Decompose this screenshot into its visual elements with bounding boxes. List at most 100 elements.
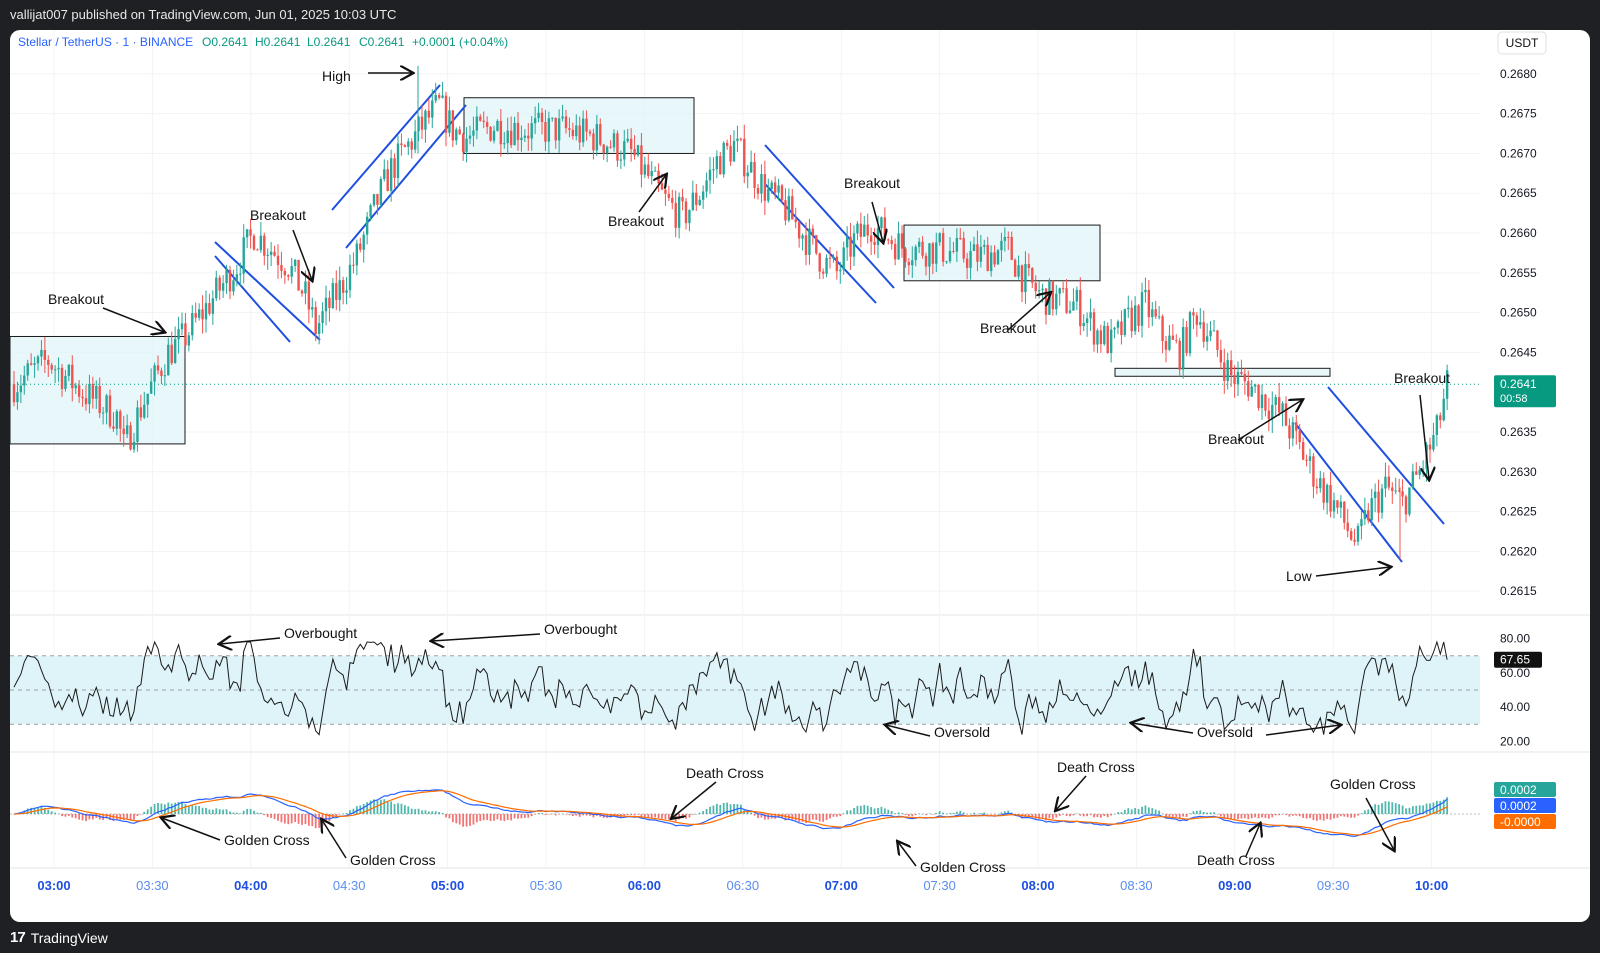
macd-histogram-bar [1261,814,1263,818]
macd-histogram-bar [376,800,379,814]
macd-histogram-bar [633,814,636,816]
candle-body [845,236,849,248]
macd-histogram-bar [1141,806,1143,814]
macd-histogram-bar [918,813,921,815]
candle-body [1332,500,1336,512]
publish-info-bar: vallijat007 published on TradingView.com… [0,0,1600,30]
macd-value-label: 0.0002 [1500,799,1537,813]
time-tick-label: 05:30 [530,878,563,893]
candle [893,238,897,266]
candle-body [139,407,143,418]
candle [739,137,743,142]
macd-histogram-bar [1099,814,1102,818]
macd-histogram-bar [715,803,718,814]
macd-histogram-bar [465,814,468,827]
macd-histogram-bar [547,814,550,815]
candle-body [287,275,290,277]
macd-histogram-bar [825,814,828,821]
macd-histogram-bar [1394,803,1397,814]
candle-body [424,110,427,130]
price-tick-label: 0.2650 [1500,306,1537,320]
candle [736,125,739,153]
candle [705,172,708,198]
candle [1092,308,1096,352]
candle-body [736,138,739,142]
candle-body [1072,301,1075,311]
candle [1229,350,1233,387]
macd-histogram-bar [1051,814,1054,819]
macd-histogram-bar [585,814,588,816]
candle-body [1178,340,1181,370]
candle [407,138,410,156]
candle-body [554,117,557,141]
candle-body [1439,415,1442,421]
candle [1082,314,1085,332]
candle-body [1349,531,1353,540]
price-tick-label: 0.2660 [1500,226,1537,240]
candle [420,105,424,140]
macd-histogram-bar [1401,805,1404,814]
macd-histogram-bar [280,814,283,823]
ohlc-value: L0.2641 [307,35,351,49]
candle [321,302,324,334]
candle-body [64,375,67,389]
candle [263,232,266,266]
candle [863,215,866,237]
macd-histogram-bar [811,814,814,820]
candle-body [1301,442,1305,460]
macd-histogram-bar [1062,814,1065,815]
macd-histogram-bar [643,814,646,818]
candle [249,218,252,249]
candle-body [1295,422,1298,431]
candle [300,289,304,297]
candle-body [1319,478,1322,489]
candle-body [852,233,856,257]
candle-body [1229,360,1233,375]
macd-histogram-bar [119,814,122,820]
annotation-label: Breakout [250,207,306,223]
candle [1048,278,1051,316]
macd-histogram-bar [1199,810,1202,814]
candle [869,227,873,256]
candle [1079,277,1082,336]
chart-canvas[interactable]: Breakout Breakout High Breakout Breakout Brea… [10,30,1590,922]
candle-body [1418,469,1421,475]
candle-body [345,290,348,293]
candle-body [911,260,914,266]
macd-histogram-bar [1147,807,1150,814]
candle [722,141,725,178]
candle-body [684,201,688,224]
candle [1281,401,1284,427]
candle-body [197,309,201,318]
macd-histogram-bar [955,811,958,814]
candle [1072,288,1075,311]
candle [1075,286,1079,311]
candle-body [907,261,911,266]
candle-body [629,138,633,150]
candle-body [691,192,695,210]
candle-body [564,116,568,129]
macd-histogram-bar [256,812,259,814]
candle [1120,310,1123,345]
macd-histogram-bar [403,805,406,814]
candle-body [1353,539,1356,542]
macd-histogram-bar [681,814,684,819]
candle-body [379,178,383,205]
candle-body [921,241,924,256]
macd-histogram-bar [894,813,897,814]
macd-histogram-bar [969,813,972,815]
candle-body [47,359,50,365]
candle-body [1346,522,1349,532]
candle-body [410,141,413,150]
candle-body [1291,422,1295,439]
macd-histogram-bar [393,803,396,814]
candle-body [900,233,904,249]
macd-histogram-bar [949,813,951,814]
macd-histogram-bar [486,814,489,821]
candle [359,237,362,253]
candle [362,231,365,263]
macd-histogram-bar [914,814,917,816]
macd-histogram-bar [448,814,451,819]
candle [393,153,396,189]
candle-body [129,425,132,450]
